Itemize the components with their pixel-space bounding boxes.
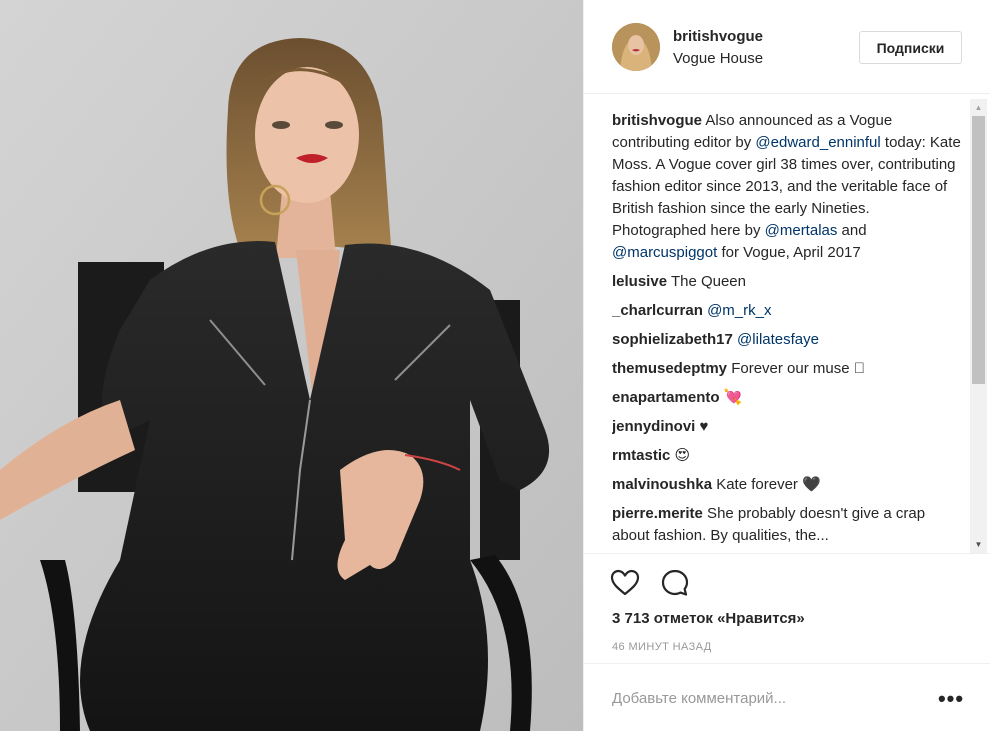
scroll-thumb[interactable] <box>972 116 985 384</box>
comment-input[interactable] <box>612 684 912 712</box>
comment-item: enapartamento 💘 <box>612 387 964 409</box>
add-comment-section: ••• <box>584 663 990 731</box>
caption: britishvogue Also announced as a Vogue c… <box>612 110 964 264</box>
photo-illustration <box>0 0 583 731</box>
comment-text: Forever our muse 🏻 <box>727 360 865 377</box>
comment-mention[interactable]: @lilatesfaye <box>737 331 819 348</box>
comment-item: malvinoushka Kate forever 🖤 <box>612 474 964 496</box>
comment-username[interactable]: malvinoushka <box>612 476 712 493</box>
avatar[interactable] <box>612 23 660 71</box>
post-timestamp[interactable]: 46 МИНУТ НАЗАД <box>612 641 712 653</box>
comment-item: themusedeptmy Forever our muse 🏻 <box>612 358 964 380</box>
comment-item: _charlcurran @m_rk_x <box>612 300 964 322</box>
comment-text: 💘 <box>719 389 743 406</box>
comment-username[interactable]: sophielizabeth17 <box>612 331 733 348</box>
comment-username[interactable]: pierre.merite <box>612 505 703 522</box>
caption-username[interactable]: britishvogue <box>612 112 702 129</box>
comment-item: pierre.merite She probably doesn't give … <box>612 503 964 547</box>
likes-count[interactable]: 3 713 отметок «Нравится» <box>612 610 805 627</box>
caption-text-4: for Vogue, April 2017 <box>717 244 861 261</box>
comment-mention[interactable]: @m_rk_x <box>707 302 771 319</box>
username-link[interactable]: britishvogue <box>673 28 763 45</box>
post-side-panel: britishvogue Vogue House Подписки britis… <box>583 0 990 731</box>
scroll-down-arrow-icon[interactable]: ▼ <box>970 536 987 553</box>
speech-bubble-icon[interactable] <box>660 568 690 598</box>
avatar-image <box>612 23 660 71</box>
comment-text: 😍 <box>670 447 691 464</box>
comments-list: britishvogue Also announced as a Vogue c… <box>612 110 964 552</box>
comment-item: jennydinovi ♥ <box>612 416 964 438</box>
comment-text: Kate forever 🖤 <box>712 476 821 493</box>
caption-text-3: and <box>837 222 867 239</box>
heart-outline-icon[interactable] <box>610 568 640 598</box>
scroll-up-arrow-icon[interactable]: ▲ <box>970 99 987 116</box>
comment-username[interactable]: enapartamento <box>612 389 720 406</box>
following-button[interactable]: Подписки <box>859 31 962 64</box>
post-header: britishvogue Vogue House Подписки <box>584 0 990 94</box>
caption-mention-edward[interactable]: @edward_enninful <box>755 134 880 151</box>
caption-mention-mertalas[interactable]: @mertalas <box>765 222 838 239</box>
post-photo[interactable] <box>0 0 583 731</box>
location-link[interactable]: Vogue House <box>673 50 763 67</box>
post-view: britishvogue Vogue House Подписки britis… <box>0 0 990 731</box>
comment-item: lelusive The Queen <box>612 271 964 293</box>
comment-username[interactable]: themusedeptmy <box>612 360 727 377</box>
comment-item: rmtastic 😍 <box>612 445 964 467</box>
comment-username[interactable]: _charlcurran <box>612 302 703 319</box>
comment-text: The Queen <box>667 273 746 290</box>
comments-scrollbar[interactable]: ▲ ▼ <box>970 99 987 553</box>
ellipsis-icon[interactable]: ••• <box>938 686 964 712</box>
comment-text: ♥ <box>695 418 709 435</box>
caption-mention-marcuspiggot[interactable]: @marcuspiggot <box>612 244 717 261</box>
comment-username[interactable]: jennydinovi <box>612 418 695 435</box>
comment-username[interactable]: lelusive <box>612 273 667 290</box>
comment-username[interactable]: rmtastic <box>612 447 670 464</box>
comment-item: sophielizabeth17 @lilatesfaye <box>612 329 964 351</box>
post-actions: 3 713 отметок «Нравится» 46 МИНУТ НАЗАД <box>584 553 990 663</box>
